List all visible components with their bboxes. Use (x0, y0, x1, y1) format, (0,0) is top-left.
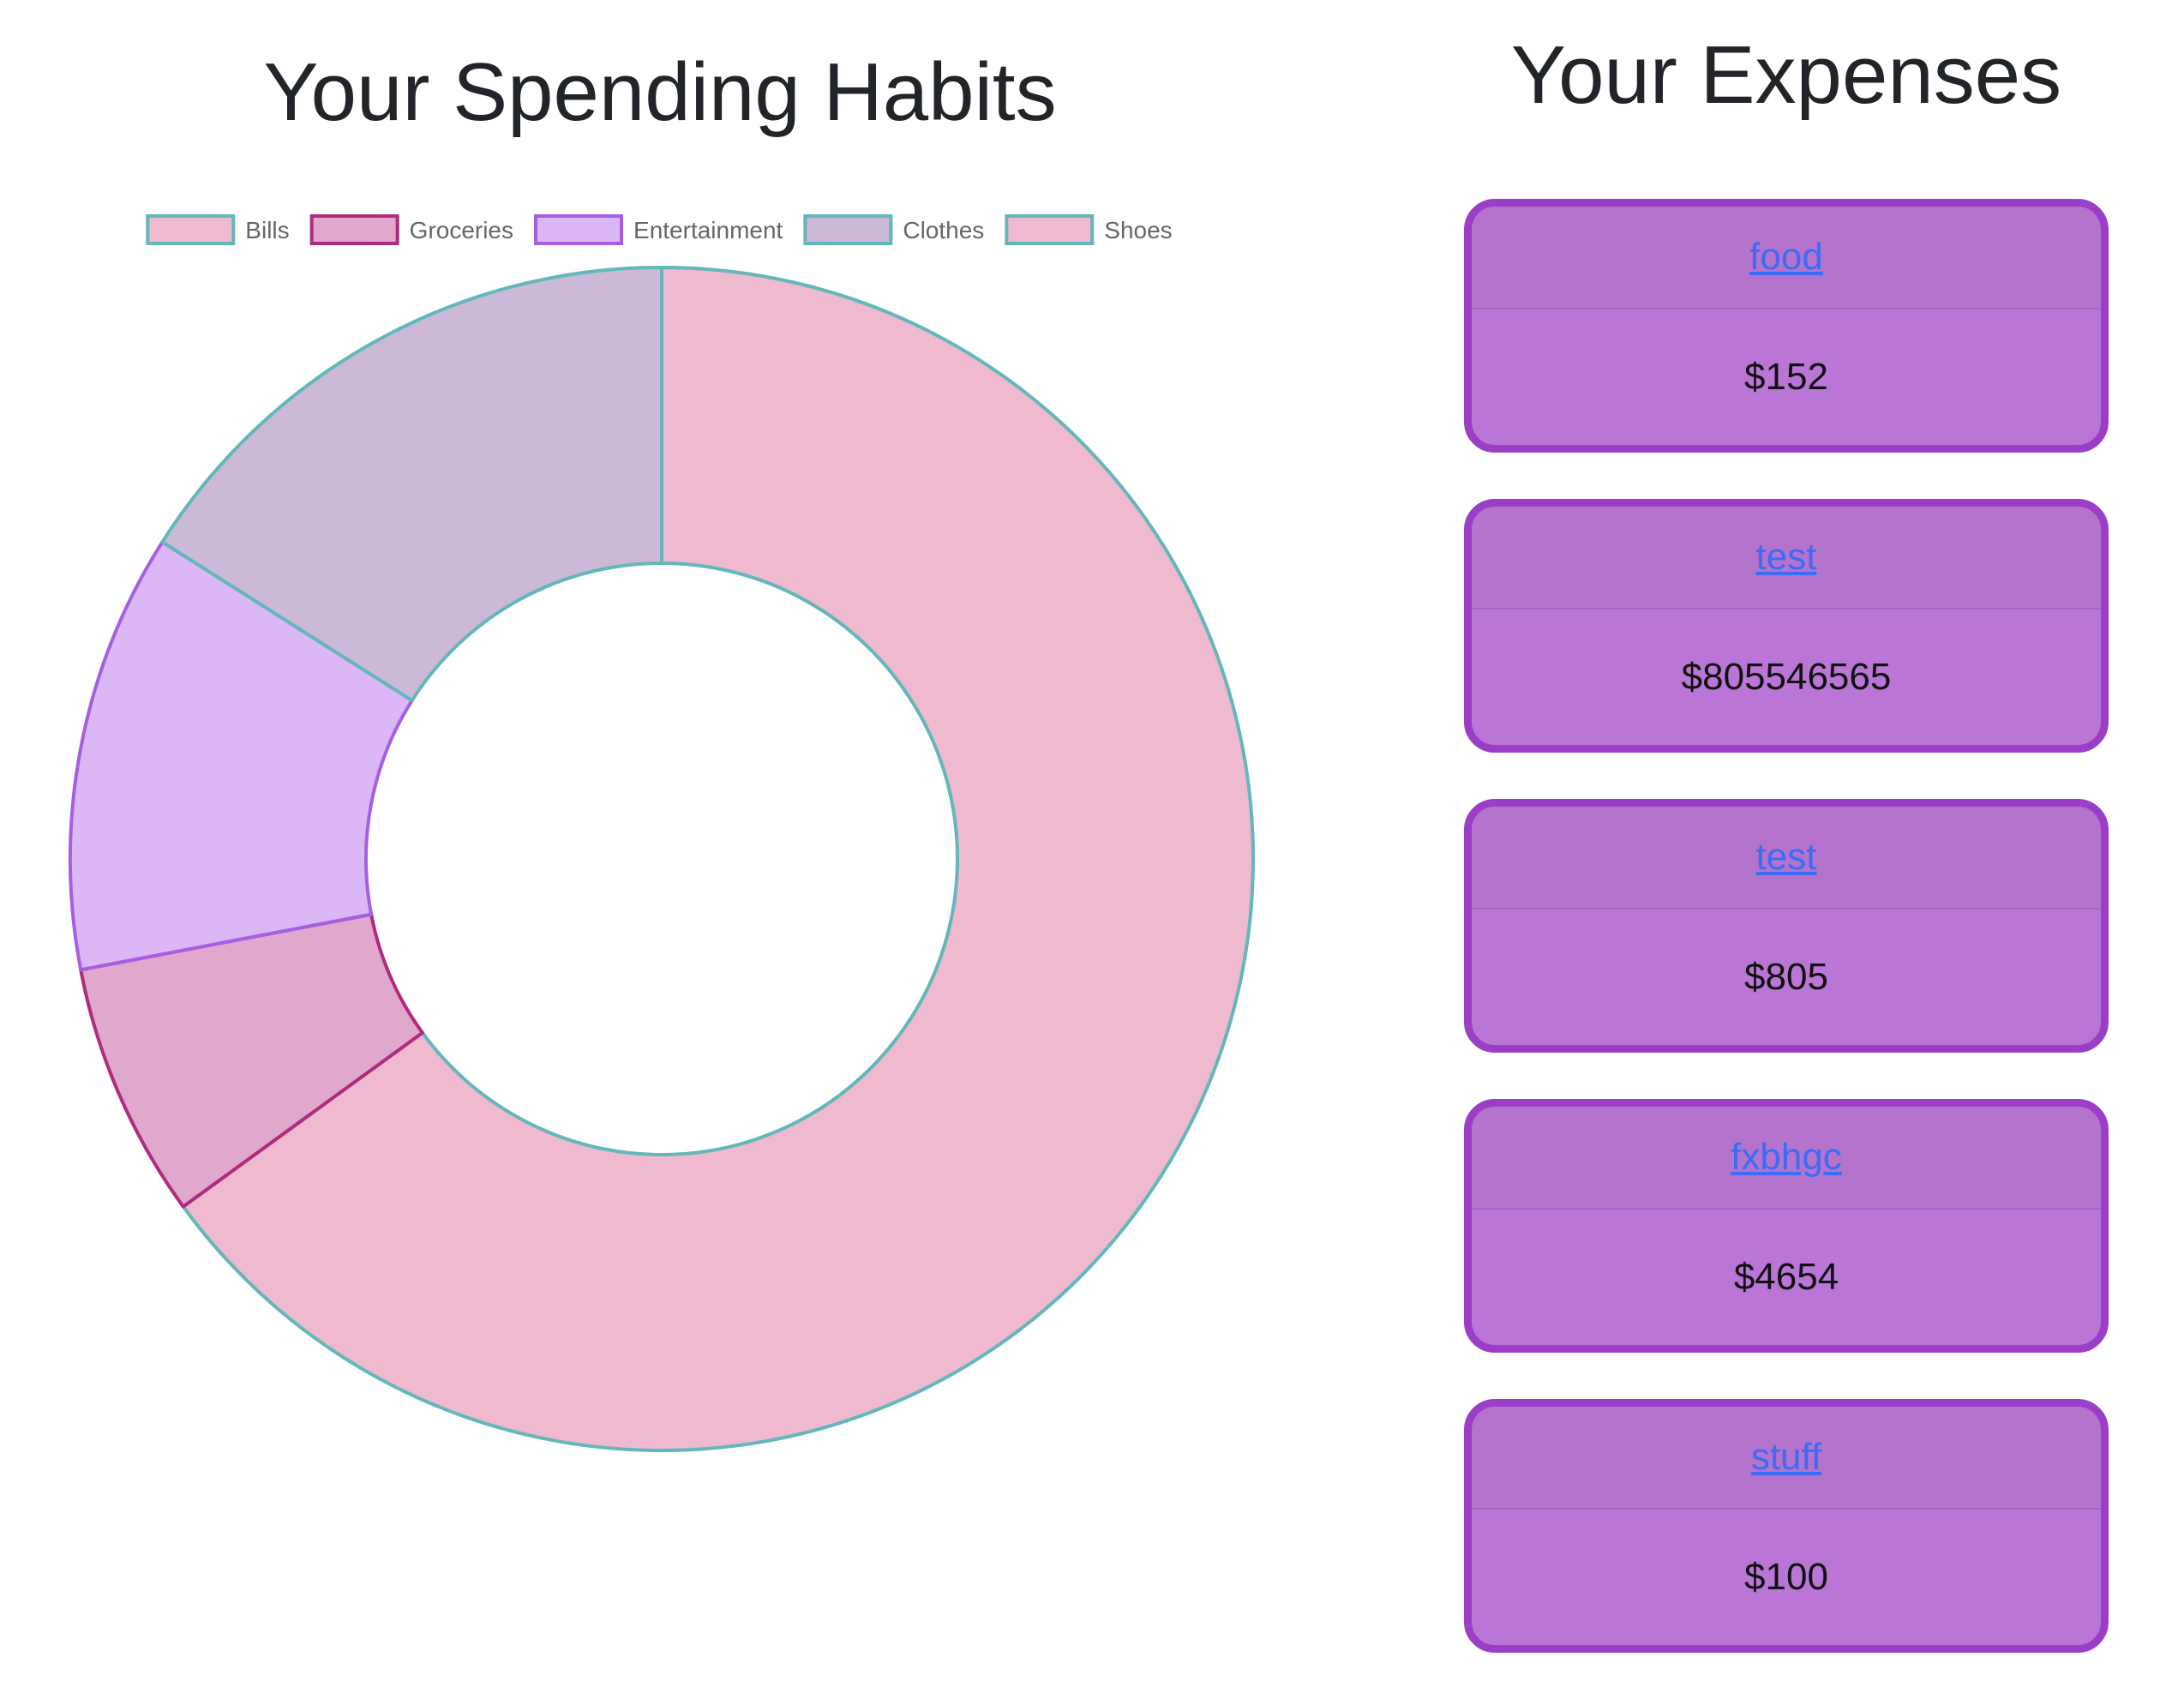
legend-label: Shoes (1104, 217, 1172, 243)
expense-name-link[interactable]: test (1756, 836, 1817, 879)
legend-item-groceries[interactable]: Groceries (309, 214, 513, 245)
expense-card-body: $4654 (1472, 1210, 2101, 1345)
legend-label: Clothes (903, 217, 984, 243)
expense-card-body: $152 (1472, 309, 2101, 445)
expense-card-header: fxbhgc (1472, 1107, 2101, 1210)
legend-label: Entertainment (633, 217, 783, 243)
expense-name-link[interactable]: food (1749, 236, 1823, 279)
expense-card-header: food (1472, 207, 2101, 309)
expense-amount: $100 (1744, 1556, 1828, 1598)
expense-card-body: $100 (1472, 1510, 2101, 1645)
expense-name-link[interactable]: test (1756, 536, 1817, 579)
legend-item-entertainment[interactable]: Entertainment (534, 214, 783, 245)
expense-amount: $152 (1744, 356, 1828, 398)
expense-card: test $805546565 (1464, 499, 2109, 753)
expense-card: stuff $100 (1464, 1399, 2109, 1653)
expense-card-body: $805546565 (1472, 609, 2101, 745)
expense-card: fxbhgc $4654 (1464, 1099, 2109, 1353)
expense-name-link[interactable]: stuff (1751, 1436, 1821, 1479)
expense-card: food $152 (1464, 199, 2109, 453)
legend-swatch (146, 214, 236, 245)
legend-item-bills[interactable]: Bills (146, 214, 290, 245)
expense-amount: $805 (1744, 956, 1828, 998)
expense-card-body: $805 (1472, 910, 2101, 1045)
expense-card-header: stuff (1472, 1407, 2101, 1510)
doughnut-chart: Bills Groceries Entertainment Clothes Shoes (69, 214, 1255, 1452)
legend-swatch (309, 214, 399, 245)
expense-card-header: test (1472, 507, 2101, 609)
expense-amount: $4654 (1733, 1256, 1839, 1298)
legend-swatch (534, 214, 624, 245)
legend-swatch (1005, 214, 1095, 245)
legend-item-shoes[interactable]: Shoes (1005, 214, 1173, 245)
legend-label: Bills (245, 217, 289, 243)
expenses-title: Your Expenses (1510, 29, 2062, 121)
chart-slices[interactable] (69, 266, 1255, 1452)
legend-swatch (803, 214, 893, 245)
expense-card-header: test (1472, 807, 2101, 910)
expense-name-link[interactable]: fxbhgc (1731, 1136, 1842, 1179)
expense-card: test $805 (1464, 799, 2109, 1053)
legend-label: Groceries (410, 217, 513, 243)
chart-legend[interactable]: Bills Groceries Entertainment Clothes Shoes (146, 214, 1173, 245)
legend-item-clothes[interactable]: Clothes (803, 214, 984, 245)
expense-amount: $805546565 (1681, 656, 1892, 698)
spending-chart-panel: Your Spending Habits Bills Groceries Enter… (0, 0, 1320, 1641)
expense-list: food $152 test $805546565 test $805 fxbh… (1464, 199, 2109, 1699)
